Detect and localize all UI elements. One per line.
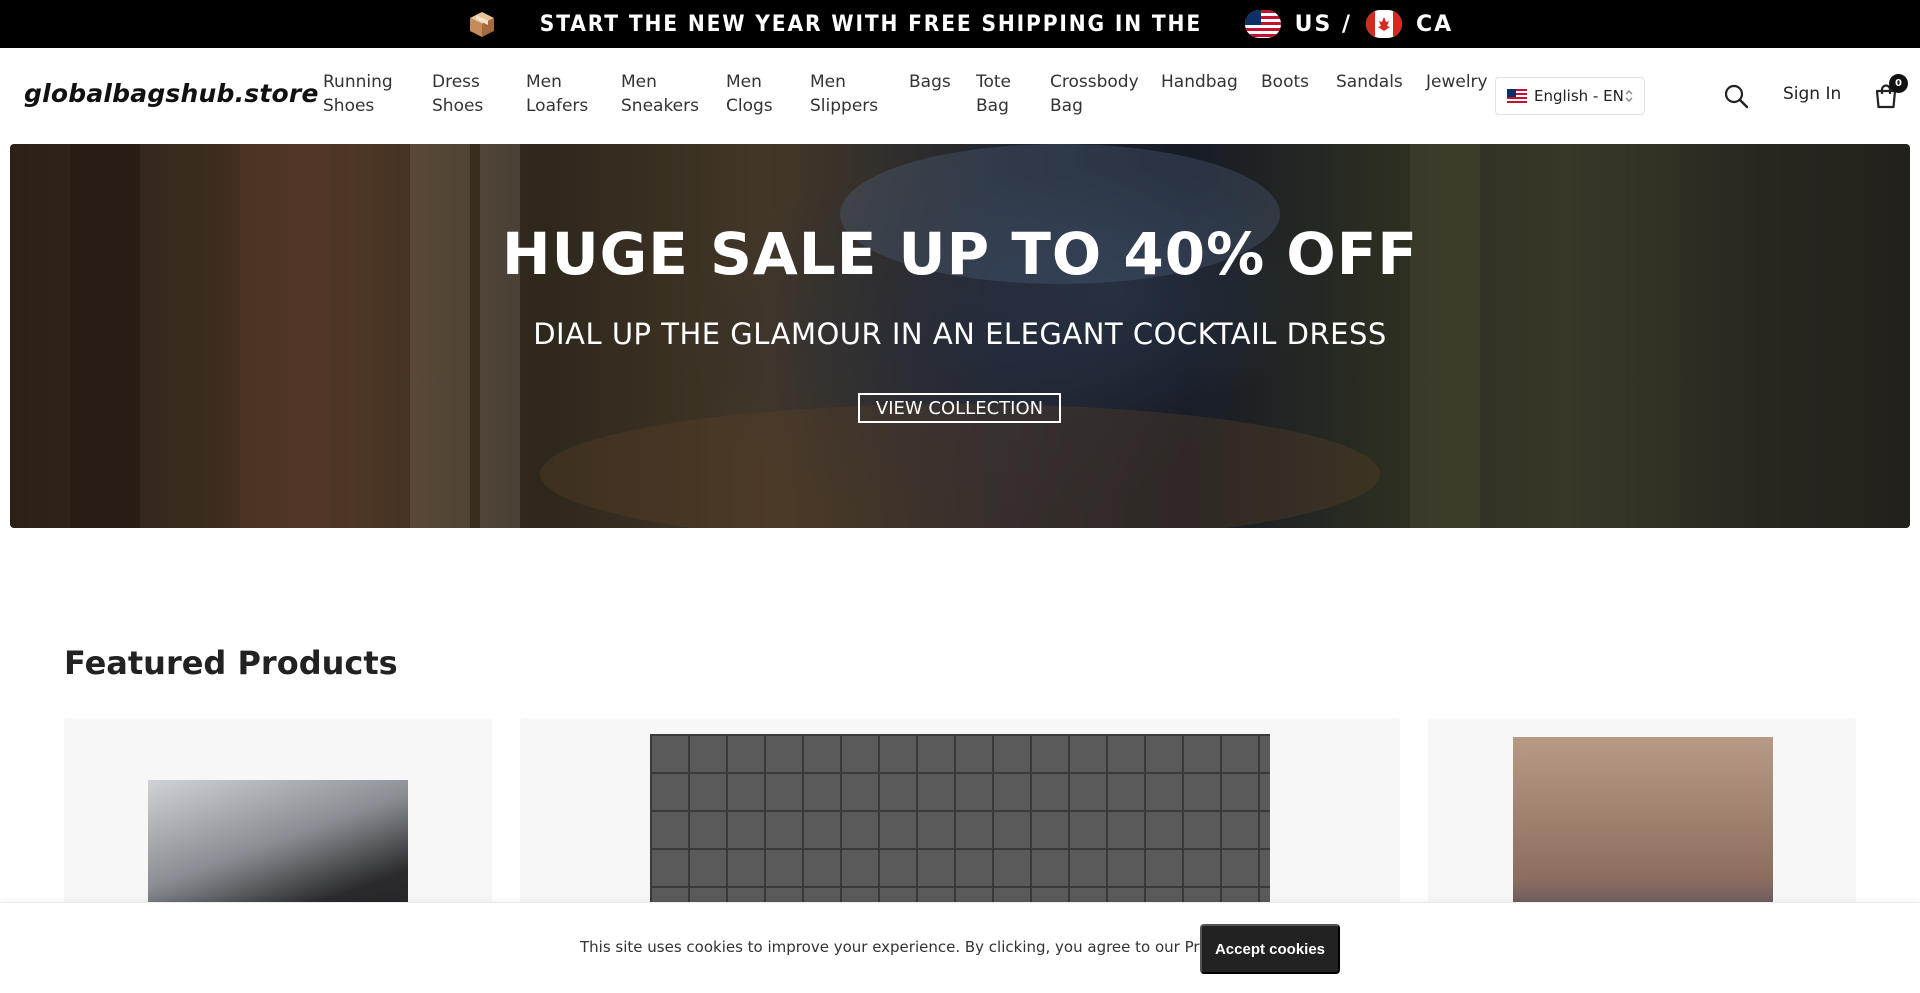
language-selector[interactable]: English - EN [1495,77,1645,115]
sign-in-link[interactable]: Sign In [1783,84,1841,104]
featured-products-title: Featured Products [64,644,398,682]
announcement-text: START THE NEW YEAR WITH FREE SHIPPING IN… [539,11,1202,37]
site-header: globalbagshub.store Running Shoes Dress … [0,48,1920,144]
nav-handbag[interactable]: Handbag [1161,70,1261,94]
nav-crossbody-bag[interactable]: Crossbody Bag [1050,70,1161,118]
main-nav: Running Shoes Dress Shoes Men Loafers Me… [323,70,1496,118]
site-logo[interactable]: globalbagshub.store [24,79,319,108]
us-flag-icon [1244,10,1281,38]
nav-running-shoes[interactable]: Running Shoes [323,70,432,118]
nav-dress-shoes[interactable]: Dress Shoes [432,70,526,118]
chevron-updown-icon [1624,88,1634,104]
us-flag-icon [1507,89,1527,103]
language-label: English - EN [1534,87,1624,105]
ca-label: CA [1416,11,1454,37]
cart-count-badge: 0 [1889,74,1908,93]
nav-jewelry[interactable]: Jewelry [1426,70,1496,94]
nav-men-sneakers[interactable]: Men Sneakers [621,70,726,118]
cookie-message: This site uses cookies to improve your e… [580,938,1290,956]
nav-tote-bag[interactable]: Tote Bag [976,70,1050,118]
nav-bags[interactable]: Bags [909,70,976,94]
nav-men-clogs[interactable]: Men Clogs [726,70,810,118]
hero-title: HUGE SALE UP TO 40% OFF [502,220,1418,288]
package-icon [467,9,497,39]
nav-sandals[interactable]: Sandals [1336,70,1426,94]
announcement-bar: START THE NEW YEAR WITH FREE SHIPPING IN… [0,0,1920,48]
canada-flag-icon [1366,10,1402,38]
hero-banner: HUGE SALE UP TO 40% OFF DIAL UP THE GLAM… [10,144,1910,528]
cookie-banner: This site uses cookies to improve your e… [0,902,1920,993]
nav-men-slippers[interactable]: Men Slippers [810,70,909,118]
accept-cookies-button[interactable]: Accept cookies [1200,924,1340,974]
nav-boots[interactable]: Boots [1261,70,1336,94]
nav-men-loafers[interactable]: Men Loafers [526,70,621,118]
view-collection-button[interactable]: VIEW COLLECTION [858,393,1061,423]
us-label: US / [1294,11,1352,37]
search-icon[interactable] [1723,83,1749,109]
hero-subtitle: DIAL UP THE GLAMOUR IN AN ELEGANT COCKTA… [533,317,1387,351]
